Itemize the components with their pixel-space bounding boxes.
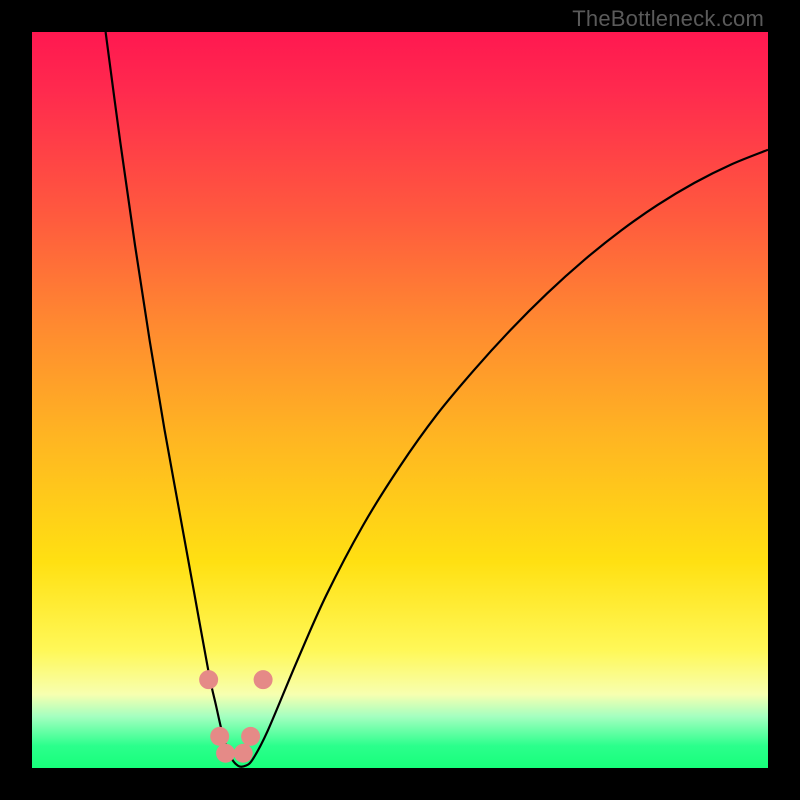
chart-frame: TheBottleneck.com xyxy=(0,0,800,800)
curve-marker xyxy=(199,670,218,689)
watermark-text: TheBottleneck.com xyxy=(572,6,764,32)
curve-marker xyxy=(210,727,229,746)
curve-path xyxy=(106,32,768,767)
curve-marker xyxy=(254,670,273,689)
curve-marker xyxy=(241,727,260,746)
bottleneck-curve xyxy=(32,32,768,768)
curve-marker xyxy=(216,744,235,763)
plot-area xyxy=(32,32,768,768)
curve-marker xyxy=(234,744,253,763)
